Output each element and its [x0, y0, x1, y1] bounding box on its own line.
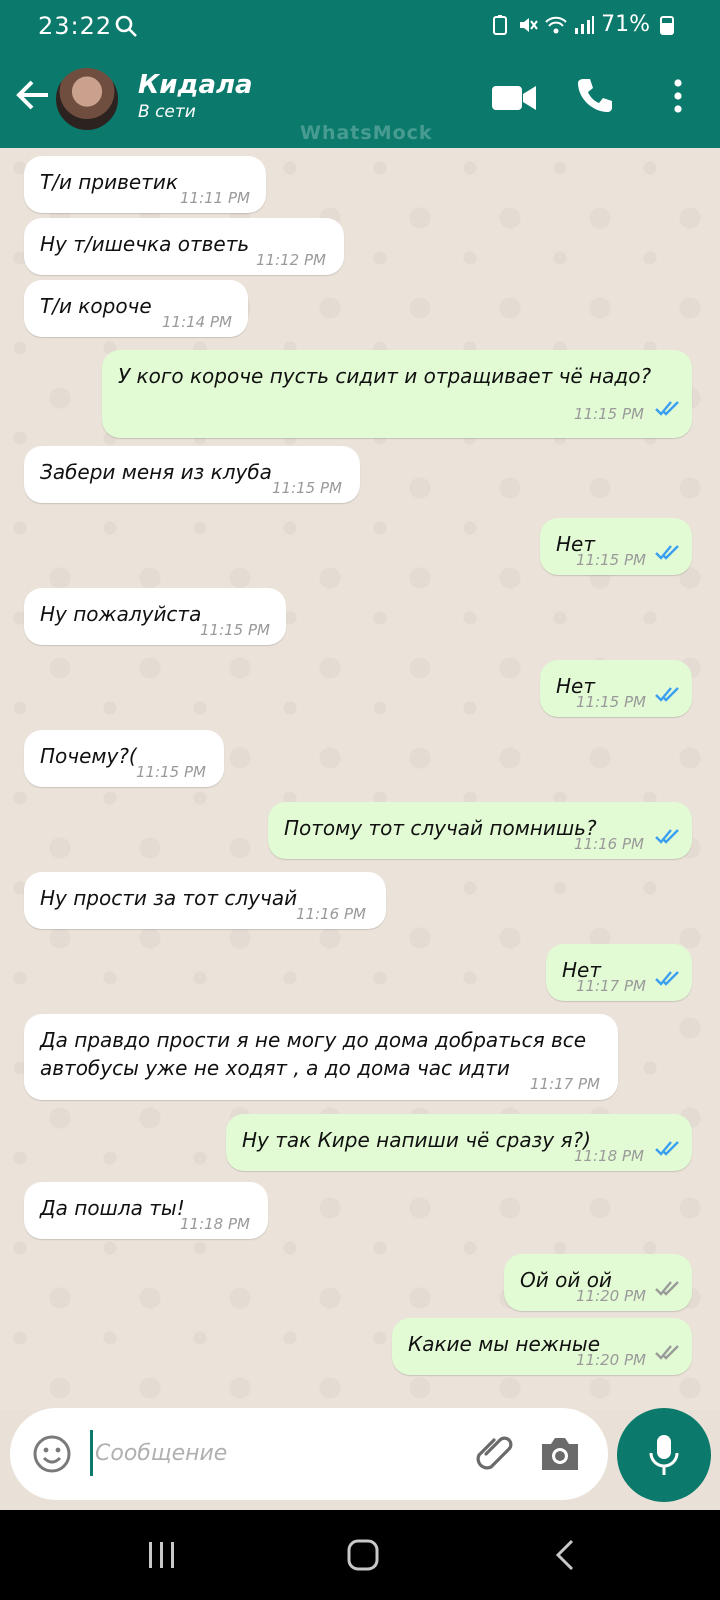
message-bubble-incoming[interactable]: Да пошла ты! 11:18 PM — [24, 1182, 268, 1239]
read-ticks-icon — [655, 687, 679, 702]
status-bar: 23:22 71% — [0, 0, 720, 52]
status-time: 23:22 — [38, 12, 113, 40]
attachment-icon[interactable] — [472, 1432, 516, 1476]
read-ticks-icon — [655, 1141, 679, 1156]
back-arrow-icon[interactable] — [14, 76, 52, 114]
message-text: Да пошла ты! — [40, 1196, 185, 1220]
signal-icon — [575, 15, 595, 34]
phone-icon[interactable] — [574, 76, 614, 116]
message-bubble-outgoing[interactable]: Ой ой ой 11:20 PM — [504, 1254, 692, 1311]
sent-ticks-icon — [655, 1345, 679, 1360]
message-bubble-incoming[interactable]: Ну пожалуйста 11:15 PM — [24, 588, 286, 645]
contact-name[interactable]: Кидала — [138, 70, 253, 100]
message-bubble-incoming[interactable]: Ну т/ишечка ответь 11:12 PM — [24, 218, 344, 275]
message-text: Почему?( — [40, 744, 137, 768]
message-time: 11:17 PM — [530, 1075, 600, 1093]
mic-button[interactable] — [617, 1408, 711, 1502]
message-text: Потому тот случай помнишь? — [284, 816, 597, 840]
avatar[interactable] — [54, 66, 120, 132]
chat-header: Кидала В сети WhatsMock — [0, 52, 720, 148]
message-text: Т/и короче — [40, 294, 152, 318]
contact-status: В сети — [138, 102, 196, 122]
message-time: 11:15 PM — [576, 693, 646, 711]
message-time: 11:14 PM — [162, 313, 232, 331]
message-bubble-outgoing[interactable]: Нет 11:15 PM — [540, 518, 692, 575]
message-time: 11:15 PM — [574, 405, 644, 423]
message-text: У кого короче пусть сидит и отращивает ч… — [118, 364, 652, 388]
message-text: Ну пожалуйста — [40, 602, 202, 626]
search-icon — [115, 15, 137, 37]
message-bubble-outgoing[interactable]: Какие мы нежные 11:20 PM — [392, 1318, 692, 1375]
message-time: 11:20 PM — [576, 1287, 646, 1305]
read-ticks-icon — [655, 829, 679, 844]
home-icon[interactable] — [346, 1538, 380, 1572]
recents-icon[interactable] — [146, 1540, 178, 1570]
message-list[interactable]: Т/и приветик 11:11 PM Ну т/ишечка ответь… — [0, 148, 720, 1410]
mute-icon — [520, 17, 538, 32]
read-ticks-icon — [655, 545, 679, 560]
message-bubble-incoming[interactable]: Почему?( 11:15 PM — [24, 730, 224, 787]
battery-icon — [660, 15, 674, 35]
wifi-icon — [545, 16, 567, 33]
video-call-icon[interactable] — [490, 80, 538, 116]
message-text: Какие мы нежные — [408, 1332, 601, 1356]
message-text: Да правдо прости я не могу до дома добра… — [40, 1028, 587, 1080]
message-input[interactable] — [90, 1430, 460, 1476]
message-time: 11:16 PM — [574, 835, 644, 853]
message-time: 11:15 PM — [200, 621, 270, 639]
message-text: Ну т/ишечка ответь — [40, 232, 250, 256]
more-vert-icon[interactable] — [664, 76, 692, 116]
message-composer — [10, 1408, 608, 1500]
message-bubble-outgoing[interactable]: Нет 11:15 PM — [540, 660, 692, 717]
message-text: Забери меня из клуба — [40, 460, 272, 484]
nav-back-icon[interactable] — [554, 1538, 576, 1572]
status-icons: 71% — [489, 12, 678, 37]
emoji-icon[interactable] — [32, 1434, 72, 1474]
message-time: 11:17 PM — [576, 977, 646, 995]
message-text: Ну так Кире напиши чё сразу я?) — [242, 1128, 591, 1152]
message-time: 11:15 PM — [576, 551, 646, 569]
message-bubble-incoming[interactable]: Ну прости за тот случай 11:16 PM — [24, 872, 386, 929]
message-text: Т/и приветик — [40, 170, 178, 194]
message-bubble-outgoing[interactable]: Ну так Кире напиши чё сразу я?) 11:18 PM — [226, 1114, 692, 1171]
battery-percent: 71% — [601, 12, 650, 37]
message-text: Ну прости за тот случай — [40, 886, 298, 910]
message-time: 11:16 PM — [296, 905, 366, 923]
camera-icon[interactable] — [538, 1434, 582, 1474]
message-bubble-incoming[interactable]: Т/и короче 11:14 PM — [24, 280, 248, 337]
message-bubble-outgoing[interactable]: Нет 11:17 PM — [546, 944, 692, 1001]
battery-saver-icon — [493, 14, 508, 35]
message-time: 11:18 PM — [180, 1215, 250, 1233]
mic-icon — [649, 1435, 679, 1475]
message-bubble-outgoing[interactable]: Потому тот случай помнишь? 11:16 PM — [268, 802, 692, 859]
message-bubble-incoming[interactable]: Забери меня из клуба 11:15 PM — [24, 446, 360, 503]
read-ticks-icon — [655, 971, 679, 986]
message-time: 11:11 PM — [180, 189, 250, 207]
message-bubble-incoming[interactable]: Т/и приветик 11:11 PM — [24, 156, 266, 213]
message-time: 11:18 PM — [574, 1147, 644, 1165]
message-bubble-incoming[interactable]: Да правдо прости я не могу до дома добра… — [24, 1014, 618, 1100]
message-time: 11:20 PM — [576, 1351, 646, 1369]
sent-ticks-icon — [655, 1281, 679, 1296]
watermark: WhatsMock — [300, 122, 433, 144]
read-ticks-icon — [655, 401, 679, 416]
message-bubble-outgoing[interactable]: У кого короче пусть сидит и отращивает ч… — [102, 350, 692, 438]
system-nav-bar — [0, 1510, 720, 1600]
message-time: 11:15 PM — [136, 763, 206, 781]
message-time: 11:15 PM — [272, 479, 342, 497]
message-time: 11:12 PM — [256, 251, 326, 269]
